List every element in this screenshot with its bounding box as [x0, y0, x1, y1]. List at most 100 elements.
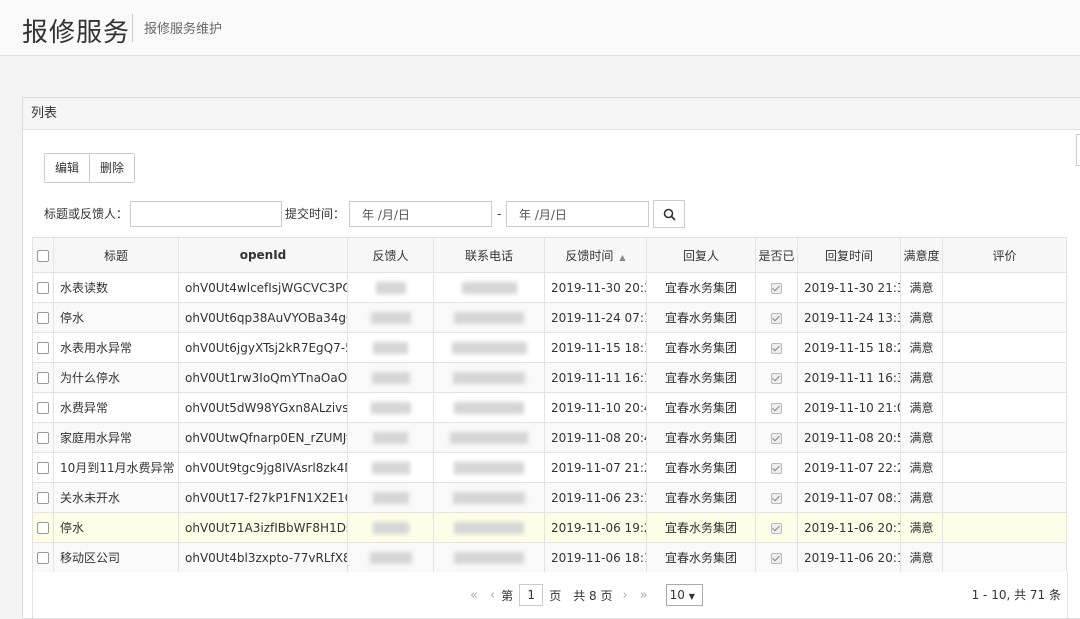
row-checkbox[interactable]: [37, 522, 49, 534]
table-row[interactable]: 家庭用水异常ohV0UtwQfnarp0EN_rZUMJfRv 2019-11-0…: [32, 422, 1067, 453]
redacted-block: [372, 522, 409, 534]
page-number-input[interactable]: 1: [519, 584, 544, 606]
col-feedback-time[interactable]: 反馈时间 ▲: [544, 237, 647, 273]
col-title[interactable]: 标题: [53, 237, 179, 273]
row-select-cell[interactable]: [32, 392, 54, 423]
delete-button[interactable]: 删除: [89, 154, 135, 182]
redacted-block: [375, 282, 406, 294]
cell-replied: [755, 452, 798, 483]
table-row[interactable]: 关水未开水 ohV0Ut17-f27kP1FN1X2E1O5 2019-11-06 …: [32, 482, 1067, 513]
col-satisfaction[interactable]: 满意度: [900, 237, 943, 273]
table-row[interactable]: 停水ohV0Ut71A3izfIBbWF8H1Dsx6 2019-11-06 19…: [32, 512, 1067, 543]
cell-feedback-time: 2019-11-06 18:12: [544, 542, 647, 573]
row-checkbox[interactable]: [37, 282, 49, 294]
col-feedback-person[interactable]: 反馈人: [347, 237, 434, 273]
cell-replied: [755, 302, 798, 333]
table-header-row: 标题 openId 反馈人 联系电话 反馈时间 ▲ 回复人 是否已 回复时间 满意…: [32, 237, 1067, 273]
col-openid[interactable]: openId: [178, 237, 348, 273]
redacted-block: [453, 372, 525, 384]
edit-button[interactable]: 编辑: [45, 154, 90, 182]
col-replied[interactable]: 是否已: [755, 237, 798, 273]
cell-satisfaction: 满意: [900, 452, 943, 483]
cell-feedback-time: 2019-11-11 16:12: [544, 362, 647, 393]
date-from-input[interactable]: 年 /月/日: [349, 201, 492, 227]
row-select-cell[interactable]: [32, 452, 54, 483]
cell-feedback-person: [347, 452, 434, 483]
row-select-cell[interactable]: [32, 422, 54, 453]
cell-reply-time: 2019-11-06 20:18: [797, 542, 901, 573]
row-checkbox[interactable]: [37, 402, 49, 414]
cell-replier: 宜春水务集团: [646, 452, 756, 483]
cell-replier: 宜春水务集团: [646, 422, 756, 453]
cell-reply-time: 2019-11-24 13:34: [797, 302, 901, 333]
side-scroll-tab[interactable]: [1076, 134, 1080, 166]
redacted-block: [370, 312, 411, 324]
submit-time-label: 提交时间：: [285, 207, 346, 221]
table-row[interactable]: 10月到11月水费异常 ohV0Ut9tgc9jg8IVAsrl8zk4M4 201…: [32, 452, 1067, 483]
cell-openid: ohV0Ut6qp38AuVYOBa34gOd: [178, 302, 348, 333]
page-unit: 页: [549, 588, 562, 603]
cell-phone: [433, 332, 545, 363]
total-pages: 共 8 页: [573, 588, 613, 603]
row-checkbox[interactable]: [37, 372, 49, 384]
cell-reply-time: 2019-11-07 08:15: [797, 482, 901, 513]
redacted-block: [371, 372, 410, 384]
col-reply-time[interactable]: 回复时间: [797, 237, 901, 273]
row-checkbox[interactable]: [37, 552, 49, 564]
cell-title: 停水: [53, 302, 179, 333]
row-select-cell[interactable]: [32, 542, 54, 573]
row-checkbox[interactable]: [37, 462, 49, 474]
row-checkbox[interactable]: [37, 342, 49, 354]
col-phone[interactable]: 联系电话: [433, 237, 545, 273]
cell-replier: 宜春水务集团: [646, 302, 756, 333]
row-select-cell[interactable]: [32, 302, 54, 333]
row-checkbox[interactable]: [37, 312, 49, 324]
last-page-icon[interactable]: »: [640, 588, 648, 603]
keyword-input[interactable]: [130, 201, 282, 227]
table-row[interactable]: 移动区公司ohV0Ut4bl3zxpto-77vRLfX8yH 2019-11-0…: [32, 542, 1067, 573]
cell-satisfaction: 满意: [900, 542, 943, 573]
keyword-label: 标题或反馈人：: [44, 207, 129, 221]
cell-openid: ohV0UtwQfnarp0EN_rZUMJfRv: [178, 422, 348, 453]
select-all-cell[interactable]: [32, 237, 54, 273]
redacted-block: [373, 432, 408, 444]
redacted-block: [371, 462, 410, 474]
col-replier[interactable]: 回复人: [646, 237, 756, 273]
redacted-block: [372, 492, 409, 504]
cell-title: 移动区公司: [53, 542, 179, 573]
cell-reply-time: 2019-11-11 16:30: [797, 362, 901, 393]
replied-checkbox: [771, 402, 782, 414]
row-select-cell[interactable]: [32, 512, 54, 543]
cell-replier: 宜春水务集团: [646, 512, 756, 543]
cell-reply-time: 2019-11-08 20:52: [797, 422, 901, 453]
table-row[interactable]: 为什么停水ohV0Ut1rw3IoQmYTnaOaOEi2 2019-11-11 …: [32, 362, 1067, 393]
cell-review: [942, 452, 1067, 483]
prev-page-icon[interactable]: ‹: [490, 588, 495, 603]
col-review[interactable]: 评价: [942, 237, 1067, 273]
date-to-input[interactable]: 年 /月/日: [506, 201, 649, 227]
first-page-icon[interactable]: «: [470, 588, 478, 603]
row-select-cell[interactable]: [32, 332, 54, 363]
replied-checkbox: [771, 342, 782, 354]
table-row[interactable]: 水表用水异常ohV0Ut6jgyXTsj2kR7EgQ7-54C 2019-11-…: [32, 332, 1067, 363]
cell-replier: 宜春水务集团: [646, 392, 756, 423]
redacted-block: [454, 402, 524, 414]
row-checkbox[interactable]: [37, 492, 49, 504]
select-all-checkbox[interactable]: [37, 249, 49, 262]
search-button[interactable]: [653, 200, 685, 228]
cell-review: [942, 302, 1067, 333]
next-page-icon[interactable]: ›: [622, 588, 627, 603]
row-select-cell[interactable]: [32, 272, 54, 303]
cell-review: [942, 272, 1067, 303]
row-checkbox[interactable]: [37, 432, 49, 444]
page-size-select[interactable]: 10 ▼: [665, 584, 703, 606]
cell-reply-time: 2019-11-07 22:21: [797, 452, 901, 483]
row-select-cell[interactable]: [32, 482, 54, 513]
redacted-block: [454, 312, 524, 324]
row-select-cell[interactable]: [32, 362, 54, 393]
table-row[interactable]: 水表读数 ohV0Ut4wlcefIsjWGCVC3POtu 2019-11-30 …: [32, 272, 1067, 303]
table-row[interactable]: 停水ohV0Ut6qp38AuVYOBa34gOd 2019-11-24 07:1…: [32, 302, 1067, 333]
sort-icon[interactable]: ▲: [619, 253, 625, 262]
panel-heading: 列表: [23, 98, 1080, 130]
table-row[interactable]: 水费异常ohV0Ut5dW98YGxn8ALzivs-ve 2019-11-10 …: [32, 392, 1067, 423]
